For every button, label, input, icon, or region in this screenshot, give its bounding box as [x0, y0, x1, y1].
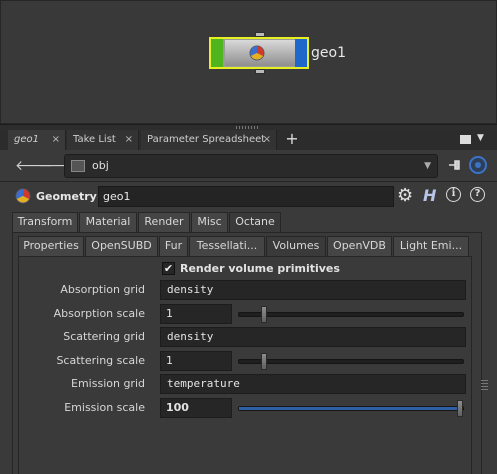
slider-handle[interactable]: [261, 306, 267, 323]
geometry-icon: [249, 45, 265, 61]
scattering-scale-row: Scattering scale 1: [18, 350, 472, 372]
emission-scale-field[interactable]: 100: [160, 398, 232, 418]
tab-volumes[interactable]: Volumes: [266, 236, 326, 256]
parameter-header: Geometry geo1 ⚙ H i ?: [0, 182, 497, 210]
scattering-grid-field[interactable]: density: [160, 327, 466, 347]
render-volume-checkbox[interactable]: ✔: [162, 262, 175, 275]
pane-tab-bar: geo1 × Take List × Parameter Spreadsheet…: [0, 130, 497, 150]
absorption-scale-slider[interactable]: [238, 306, 464, 323]
param-label: Scattering scale: [56, 354, 145, 367]
tab-fur[interactable]: Fur: [159, 236, 188, 256]
pane-tab-take-list[interactable]: Take List ×: [67, 130, 139, 150]
scrollbar-grip[interactable]: [481, 378, 488, 390]
tab-render[interactable]: Render: [138, 212, 190, 232]
path-value: obj: [92, 159, 109, 172]
param-label: Emission grid: [71, 377, 145, 390]
geo1-node[interactable]: [209, 32, 309, 74]
tab-material[interactable]: Material: [79, 212, 137, 232]
close-icon[interactable]: ×: [125, 130, 133, 149]
param-label: Absorption grid: [60, 283, 145, 296]
close-icon[interactable]: ×: [263, 130, 271, 149]
close-icon[interactable]: ×: [52, 130, 60, 149]
chevron-down-icon[interactable]: ▼: [477, 133, 484, 143]
emission-scale-slider[interactable]: [238, 400, 464, 417]
node-name-label: geo1: [311, 45, 346, 61]
chevron-down-icon[interactable]: ▼: [424, 161, 431, 171]
param-label: Scattering grid: [63, 330, 145, 343]
render-volume-label: Render volume primitives: [180, 262, 340, 275]
houdini-help-icon[interactable]: H: [423, 186, 436, 205]
pane-tab-geo1[interactable]: geo1 ×: [8, 130, 66, 150]
slider-handle[interactable]: [261, 353, 267, 370]
absorption-scale-field[interactable]: 1: [160, 304, 232, 324]
gear-icon[interactable]: ⚙: [397, 185, 413, 206]
scattering-scale-slider[interactable]: [238, 353, 464, 370]
info-icon[interactable]: i: [446, 187, 461, 202]
tab-opensubd[interactable]: OpenSUBD: [85, 236, 158, 256]
pane-tab-label: Take List: [73, 134, 116, 145]
emission-grid-row: Emission grid temperature: [18, 373, 472, 395]
splitter-grip[interactable]: [236, 126, 260, 129]
scattering-scale-field[interactable]: 1: [160, 351, 232, 371]
operator-type-label: Geometry: [36, 190, 97, 203]
absorption-grid-row: Absorption grid density: [18, 279, 472, 301]
display-flag[interactable]: [211, 39, 223, 67]
slider-handle[interactable]: [457, 400, 463, 417]
pin-icon[interactable]: [447, 158, 461, 172]
add-pane-tab-button[interactable]: +: [284, 130, 300, 150]
path-field[interactable]: obj ▼: [64, 154, 438, 178]
tab-misc[interactable]: Misc: [191, 212, 228, 232]
pane-tab-label: Parameter Spreadsheet: [147, 134, 266, 145]
node-output-connector[interactable]: [255, 69, 265, 74]
tab-properties[interactable]: Properties: [18, 236, 84, 256]
geometry-icon[interactable]: [14, 187, 32, 205]
scattering-grid-row: Scattering grid density: [18, 326, 472, 348]
tab-openvdb[interactable]: OpenVDB: [327, 236, 392, 256]
pane-tab-parameter-spreadsheet[interactable]: Parameter Spreadsheet ×: [141, 130, 277, 150]
tab-light-emission[interactable]: Light Emi...: [393, 236, 469, 256]
node-name-field[interactable]: geo1: [98, 186, 394, 207]
tab-octane[interactable]: Octane: [229, 212, 281, 232]
help-icon[interactable]: ?: [470, 187, 485, 202]
absorption-grid-field[interactable]: density: [160, 280, 466, 300]
path-bar: 🡐 🡒 obj ▼: [0, 150, 497, 182]
tab-tessellation[interactable]: Tessellati...: [189, 236, 265, 256]
network-view[interactable]: geo1: [0, 0, 497, 124]
tab-transform[interactable]: Transform: [12, 212, 78, 232]
emission-grid-field[interactable]: temperature: [160, 374, 466, 394]
pane-layout-icon[interactable]: [460, 135, 471, 144]
param-label: Absorption scale: [53, 307, 145, 320]
param-label: Emission scale: [64, 401, 145, 414]
node-input-connector[interactable]: [255, 32, 265, 37]
absorption-scale-row: Absorption scale 1: [18, 303, 472, 325]
emission-scale-row: Emission scale 100: [18, 397, 472, 419]
pane-tab-label: geo1: [14, 134, 39, 145]
link-icon[interactable]: [469, 156, 487, 174]
render-flag[interactable]: [295, 39, 307, 67]
slider-fill: [239, 407, 463, 410]
obj-network-icon: [71, 160, 85, 172]
